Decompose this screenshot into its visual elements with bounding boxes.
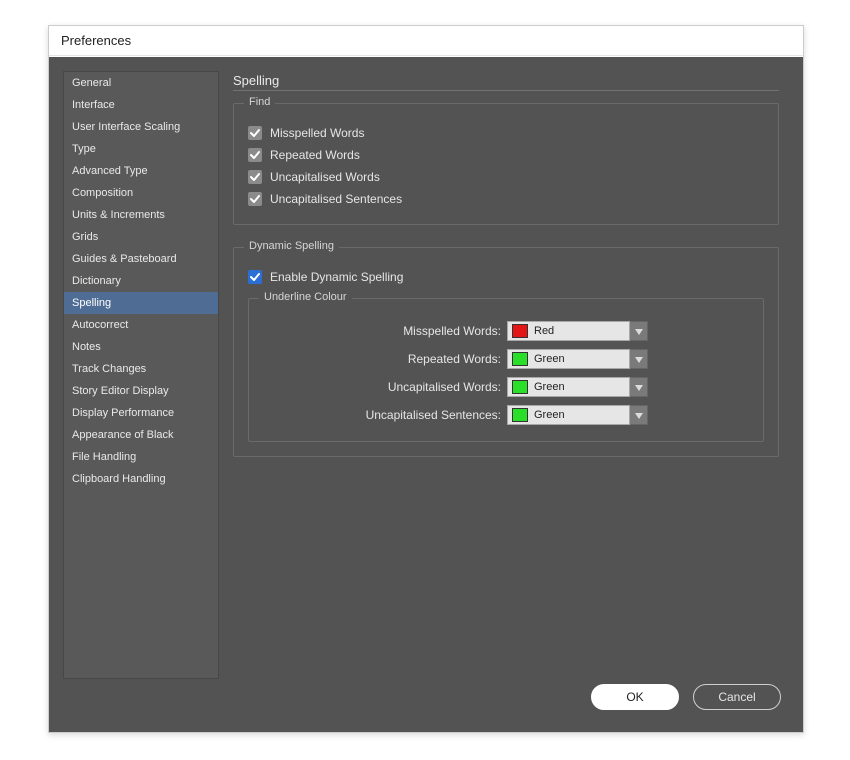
checkbox[interactable] <box>248 170 262 184</box>
underline-colour-row: Misspelled Words: Red <box>263 317 749 345</box>
colour-dropdown[interactable]: Red <box>507 321 648 341</box>
chevron-down-icon <box>635 380 643 394</box>
sidebar-item-autocorrect[interactable]: Autocorrect <box>64 314 218 336</box>
find-option-row[interactable]: Misspelled Words <box>248 122 764 144</box>
colour-dropdown[interactable]: Green <box>507 349 648 369</box>
cancel-button[interactable]: Cancel <box>693 684 781 710</box>
find-option-label: Misspelled Words <box>270 126 364 140</box>
colour-swatch-frame[interactable]: Green <box>507 405 630 425</box>
group-dynamic-legend: Dynamic Spelling <box>244 240 339 252</box>
enable-dynamic-spelling-row[interactable]: Enable Dynamic Spelling <box>248 266 764 288</box>
checkbox[interactable] <box>248 126 262 140</box>
panel-title: Spelling <box>233 73 779 91</box>
underline-colour-label: Uncapitalised Sentences: <box>263 408 507 422</box>
checkbox[interactable] <box>248 148 262 162</box>
underline-colour-row: Repeated Words: Green <box>263 345 749 373</box>
dialog-buttons: OK Cancel <box>591 684 781 710</box>
sidebar-item-interface[interactable]: Interface <box>64 94 218 116</box>
colour-swatch-frame[interactable]: Green <box>507 377 630 397</box>
sidebar-item-composition[interactable]: Composition <box>64 182 218 204</box>
sidebar-item-appearance-of-black[interactable]: Appearance of Black <box>64 424 218 446</box>
colour-dropdown[interactable]: Green <box>507 405 648 425</box>
dropdown-toggle[interactable] <box>630 377 648 397</box>
sidebar-item-track-changes[interactable]: Track Changes <box>64 358 218 380</box>
sidebar-item-type[interactable]: Type <box>64 138 218 160</box>
enable-dynamic-spelling-label: Enable Dynamic Spelling <box>270 270 403 284</box>
chevron-down-icon <box>635 324 643 338</box>
checkbox-enable-dynamic-spelling[interactable] <box>248 270 262 284</box>
find-option-label: Uncapitalised Words <box>270 170 380 184</box>
find-option-row[interactable]: Uncapitalised Words <box>248 166 764 188</box>
colour-dropdown[interactable]: Green <box>507 377 648 397</box>
colour-name: Green <box>534 381 565 393</box>
group-find: Find Misspelled WordsRepeated WordsUncap… <box>233 103 779 225</box>
ok-button[interactable]: OK <box>591 684 679 710</box>
sidebar-item-advanced-type[interactable]: Advanced Type <box>64 160 218 182</box>
find-option-label: Uncapitalised Sentences <box>270 192 402 206</box>
colour-swatch <box>512 380 528 394</box>
dialog-body: GeneralInterfaceUser Interface ScalingTy… <box>49 57 803 732</box>
sidebar-item-display-performance[interactable]: Display Performance <box>64 402 218 424</box>
group-find-legend: Find <box>244 96 275 108</box>
dropdown-toggle[interactable] <box>630 349 648 369</box>
chevron-down-icon <box>635 408 643 422</box>
find-option-row[interactable]: Uncapitalised Sentences <box>248 188 764 210</box>
colour-swatch <box>512 408 528 422</box>
sidebar-item-guides-pasteboard[interactable]: Guides & Pasteboard <box>64 248 218 270</box>
sidebar-item-story-editor-display[interactable]: Story Editor Display <box>64 380 218 402</box>
panel-main: Spelling Find Misspelled Words Repeated W… <box>219 71 789 679</box>
group-underline-colour: Underline Colour Misspelled Words:RedRep… <box>248 298 764 442</box>
dropdown-toggle[interactable] <box>630 405 648 425</box>
colour-swatch <box>512 324 528 338</box>
sidebar-item-units-increments[interactable]: Units & Increments <box>64 204 218 226</box>
colour-name: Red <box>534 325 554 337</box>
underline-colour-label: Repeated Words: <box>263 352 507 366</box>
sidebar-item-clipboard-handling[interactable]: Clipboard Handling <box>64 468 218 490</box>
colour-name: Green <box>534 353 565 365</box>
colour-swatch <box>512 352 528 366</box>
group-underline-legend: Underline Colour <box>259 291 352 303</box>
sidebar-item-notes[interactable]: Notes <box>64 336 218 358</box>
underline-colour-label: Uncapitalised Words: <box>263 380 507 394</box>
sidebar-item-spelling[interactable]: Spelling <box>64 292 218 314</box>
group-dynamic-spelling: Dynamic Spelling Enable Dynamic Spelling… <box>233 247 779 457</box>
colour-swatch-frame[interactable]: Red <box>507 321 630 341</box>
sidebar-item-user-interface-scaling[interactable]: User Interface Scaling <box>64 116 218 138</box>
dialog-title: Preferences <box>49 26 803 56</box>
find-option-row[interactable]: Repeated Words <box>248 144 764 166</box>
underline-colour-label: Misspelled Words: <box>263 324 507 338</box>
chevron-down-icon <box>635 352 643 366</box>
underline-colour-row: Uncapitalised Sentences: Green <box>263 401 749 429</box>
checkbox[interactable] <box>248 192 262 206</box>
sidebar-item-general[interactable]: General <box>64 72 218 94</box>
preferences-dialog: Preferences GeneralInterfaceUser Interfa… <box>48 25 804 733</box>
dropdown-toggle[interactable] <box>630 321 648 341</box>
sidebar-item-grids[interactable]: Grids <box>64 226 218 248</box>
colour-name: Green <box>534 409 565 421</box>
sidebar-item-dictionary[interactable]: Dictionary <box>64 270 218 292</box>
category-sidebar: GeneralInterfaceUser Interface ScalingTy… <box>63 71 219 679</box>
colour-swatch-frame[interactable]: Green <box>507 349 630 369</box>
underline-colour-row: Uncapitalised Words: Green <box>263 373 749 401</box>
find-option-label: Repeated Words <box>270 148 360 162</box>
sidebar-item-file-handling[interactable]: File Handling <box>64 446 218 468</box>
